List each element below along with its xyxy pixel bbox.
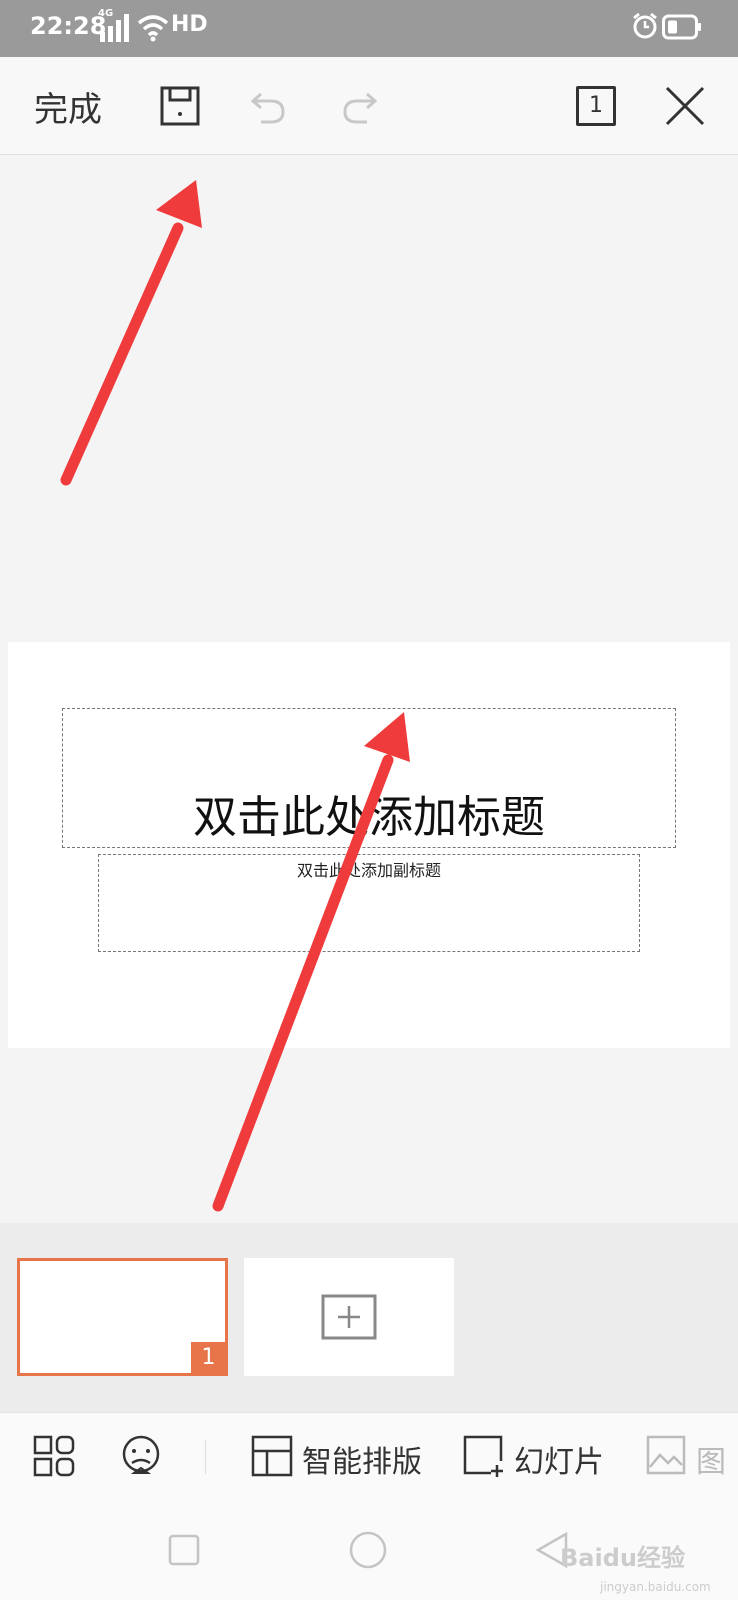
bottom-toolbar: 智能排版 幻灯片 图 [0,1412,738,1498]
subtitle-placeholder[interactable]: 双击此处添加副标题 [98,854,640,952]
slide[interactable]: 双击此处添加标题 双击此处添加副标题 [8,642,730,1048]
signal-icon [100,14,129,42]
home-icon[interactable] [349,1531,387,1569]
slide-canvas-area: 双击此处添加标题 双击此处添加副标题 [0,155,738,1223]
done-button[interactable]: 完成 [34,82,102,131]
undo-icon[interactable] [247,84,291,128]
save-icon[interactable] [158,84,202,128]
recent-apps-icon[interactable] [168,1534,200,1566]
redo-icon[interactable] [337,84,381,128]
plus-icon [321,1294,377,1340]
battery-icon [662,14,701,40]
image-icon[interactable] [646,1435,686,1477]
wifi-icon [137,15,169,42]
page-count-icon[interactable]: 1 [576,86,616,126]
watermark-url: jingyan.baidu.com [600,1580,711,1594]
slide-thumbnail[interactable]: 1 [17,1258,228,1376]
add-slide-button[interactable] [244,1258,454,1376]
status-bar: 22:28 4G HD [0,0,738,57]
close-icon[interactable] [663,84,707,128]
toolbar-divider [205,1440,206,1474]
title-placeholder-text: 双击此处添加标题 [193,792,545,843]
top-toolbar: 完成 1 [0,57,738,155]
layout-icon[interactable] [251,1435,293,1477]
alarm-icon [633,12,657,39]
subtitle-placeholder-text: 双击此处添加副标题 [296,861,441,880]
picture-label[interactable]: 图 [696,1437,726,1481]
slide-thumbnail-strip: 1 [0,1223,738,1412]
emoji-face-icon[interactable] [120,1435,162,1479]
status-time: 22:28 [30,12,107,40]
hd-indicator: HD [171,12,208,37]
slide-button[interactable]: 幻灯片 [514,1437,604,1481]
title-placeholder[interactable]: 双击此处添加标题 [62,708,676,848]
new-slide-icon[interactable] [463,1435,505,1477]
apps-grid-icon[interactable] [33,1435,75,1477]
watermark: Baidu经验 [560,1544,685,1572]
smart-layout-button[interactable]: 智能排版 [302,1437,422,1481]
slide-number-badge: 1 [191,1342,226,1374]
system-nav-bar: Baidu经验 jingyan.baidu.com [0,1498,738,1600]
